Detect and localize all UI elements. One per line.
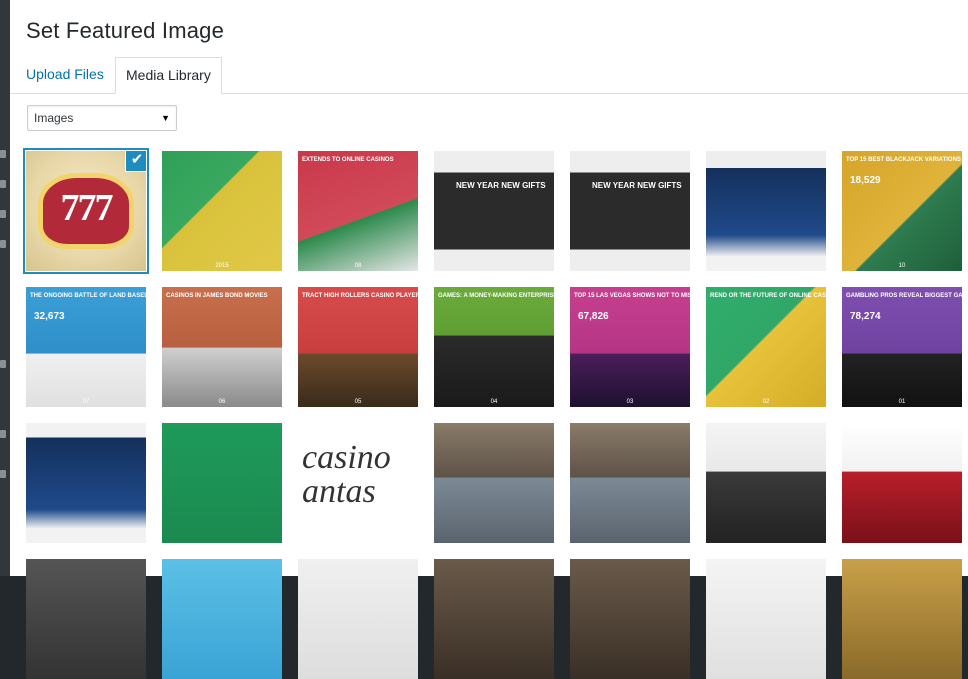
attachment-thumbnail[interactable]: [162, 559, 282, 679]
thumbnail-image: [842, 151, 962, 271]
attachment-thumbnail[interactable]: [434, 559, 554, 679]
thumbnail-caption: games: a money-making enterprise: [438, 293, 554, 299]
media-modal: Set Featured Image Upload Files Media Li…: [10, 0, 968, 679]
thumbnail-caption: Gambling pros reveal biggest gambling: [846, 293, 962, 299]
thumbnail-image: [434, 287, 554, 407]
checkmark-icon[interactable]: ✔: [126, 151, 146, 171]
admin-menu-icon: [0, 210, 6, 218]
slide-number: 04: [490, 399, 498, 405]
view-count: 32,673: [34, 311, 65, 322]
thumbnail-image: [298, 287, 418, 407]
thumbnail-image: [570, 423, 690, 543]
thumbnail-image: [842, 559, 962, 679]
slide-number: 01: [898, 399, 906, 405]
filter-selected-value: Images: [34, 111, 74, 125]
thumbnail-image: [434, 151, 554, 271]
attachment-thumbnail[interactable]: tract high rollers casino players? 05: [298, 287, 418, 407]
attachment-thumbnail[interactable]: [570, 559, 690, 679]
slide-number: 08: [354, 263, 362, 269]
attachment-thumbnail[interactable]: [298, 559, 418, 679]
attachment-thumbnail[interactable]: Top 15 best blackjack variations played …: [842, 151, 962, 271]
thumbnail-image: [706, 151, 826, 271]
thumbnail-image: [162, 287, 282, 407]
modal-tabs: Upload Files Media Library: [10, 57, 968, 94]
attachment-thumbnail[interactable]: [26, 559, 146, 679]
attachment-thumbnail[interactable]: [434, 423, 554, 543]
thumbnail-image: [706, 559, 826, 679]
thumbnail-image: [162, 423, 282, 543]
admin-menu-icon: [0, 180, 6, 188]
attachment-thumbnail[interactable]: extends to online casinos 08: [298, 151, 418, 271]
thumbnail-image: [26, 423, 146, 543]
slide-number: 03: [626, 399, 634, 405]
thumbnail-image: [162, 151, 282, 271]
thumbnail-caption: The ongoing battle of land based vs. onl…: [30, 293, 146, 299]
attachment-thumbnail[interactable]: New Year New Gifts: [434, 151, 554, 271]
thumbnail-caption: New Year New Gifts: [456, 181, 546, 190]
thumbnail-caption: Top 15 Las Vegas shows not to miss in 20: [574, 293, 690, 299]
modal-title: Set Featured Image: [26, 18, 225, 43]
thumbnail-image: [570, 559, 690, 679]
slide-number: 05: [354, 399, 362, 405]
thumbnail-image: [842, 287, 962, 407]
attachment-thumbnail[interactable]: [26, 423, 146, 543]
dropdown-arrow-icon: ▼: [161, 113, 170, 123]
slide-number: 2015: [215, 263, 229, 269]
attachment-thumbnail[interactable]: [706, 423, 826, 543]
slide-number: 07: [82, 399, 90, 405]
attachment-thumbnail[interactable]: games: a money-making enterprise 04: [434, 287, 554, 407]
thumbnail-image: [298, 559, 418, 679]
admin-menu-icon: [0, 360, 6, 368]
media-type-filter[interactable]: Images ▼: [27, 105, 177, 131]
thumbnail-caption: tract high rollers casino players?: [302, 293, 418, 299]
attachment-thumbnail[interactable]: [842, 423, 962, 543]
attachment-thumbnail[interactable]: New Year New Gifts: [570, 151, 690, 271]
slide-number: 10: [898, 263, 906, 269]
thumbnail-image: [842, 423, 962, 543]
thumbnail-image: [434, 423, 554, 543]
admin-menu-icon: [0, 430, 6, 438]
admin-menu-icon: [0, 240, 6, 248]
attachment-thumbnail[interactable]: [570, 423, 690, 543]
thumbnail-image: [162, 559, 282, 679]
attachment-thumbnail[interactable]: [162, 423, 282, 543]
attachment-thumbnail[interactable]: [706, 559, 826, 679]
thumbnail-image: [298, 151, 418, 271]
attachment-thumbnail[interactable]: The ongoing battle of land based vs. onl…: [26, 287, 146, 407]
tab-upload-files[interactable]: Upload Files: [16, 57, 114, 93]
attachment-thumbnail[interactable]: Casinos in James Bond movies 06: [162, 287, 282, 407]
thumbnail-caption: New Year New Gifts: [592, 181, 682, 190]
attachment-thumbnail[interactable]: Top 15 Las Vegas shows not to miss in 20…: [570, 287, 690, 407]
thumbnail-caption: Casinos in James Bond movies: [166, 293, 268, 299]
view-count: 18,529: [850, 175, 881, 186]
view-count: 67,826: [578, 311, 609, 322]
thumbnail-caption: casino fantasy: [302, 429, 355, 435]
attachment-thumbnail[interactable]: Gambling pros reveal biggest gambling 78,…: [842, 287, 962, 407]
thumbnail-image: [570, 287, 690, 407]
view-count: 78,274: [850, 311, 881, 322]
thumbnail-caption: Top 15 best blackjack variations played …: [846, 157, 962, 163]
thumbnail-image: [706, 287, 826, 407]
thumbnail-caption: extends to online casinos: [302, 157, 394, 163]
slot-777-logo: 777: [38, 173, 134, 249]
slide-number: 06: [218, 399, 226, 405]
attachment-thumbnail[interactable]: [706, 151, 826, 271]
thumbnail-caption: rend or the future of online casinos?: [710, 293, 826, 299]
admin-menu-icon: [0, 150, 6, 158]
tab-media-library[interactable]: Media Library: [115, 57, 222, 94]
attachment-thumbnail[interactable]: casino antas casino fantasy: [298, 423, 418, 543]
thumbnail-image: [570, 151, 690, 271]
attachment-thumbnail[interactable]: [842, 559, 962, 679]
attachment-thumbnail[interactable]: rend or the future of online casinos? 02: [706, 287, 826, 407]
casino-fantasy-logo: casino antas: [302, 439, 391, 510]
thumbnail-image: [706, 423, 826, 543]
thumbnail-image: [26, 287, 146, 407]
admin-background: [0, 0, 10, 576]
slide-number: 02: [762, 399, 770, 405]
admin-menu-icon: [0, 470, 6, 478]
attachment-thumbnail[interactable]: 2015: [162, 151, 282, 271]
attachment-thumbnail[interactable]: 777 ✔: [26, 151, 146, 271]
thumbnail-image: [26, 559, 146, 679]
thumbnail-image: [434, 559, 554, 679]
